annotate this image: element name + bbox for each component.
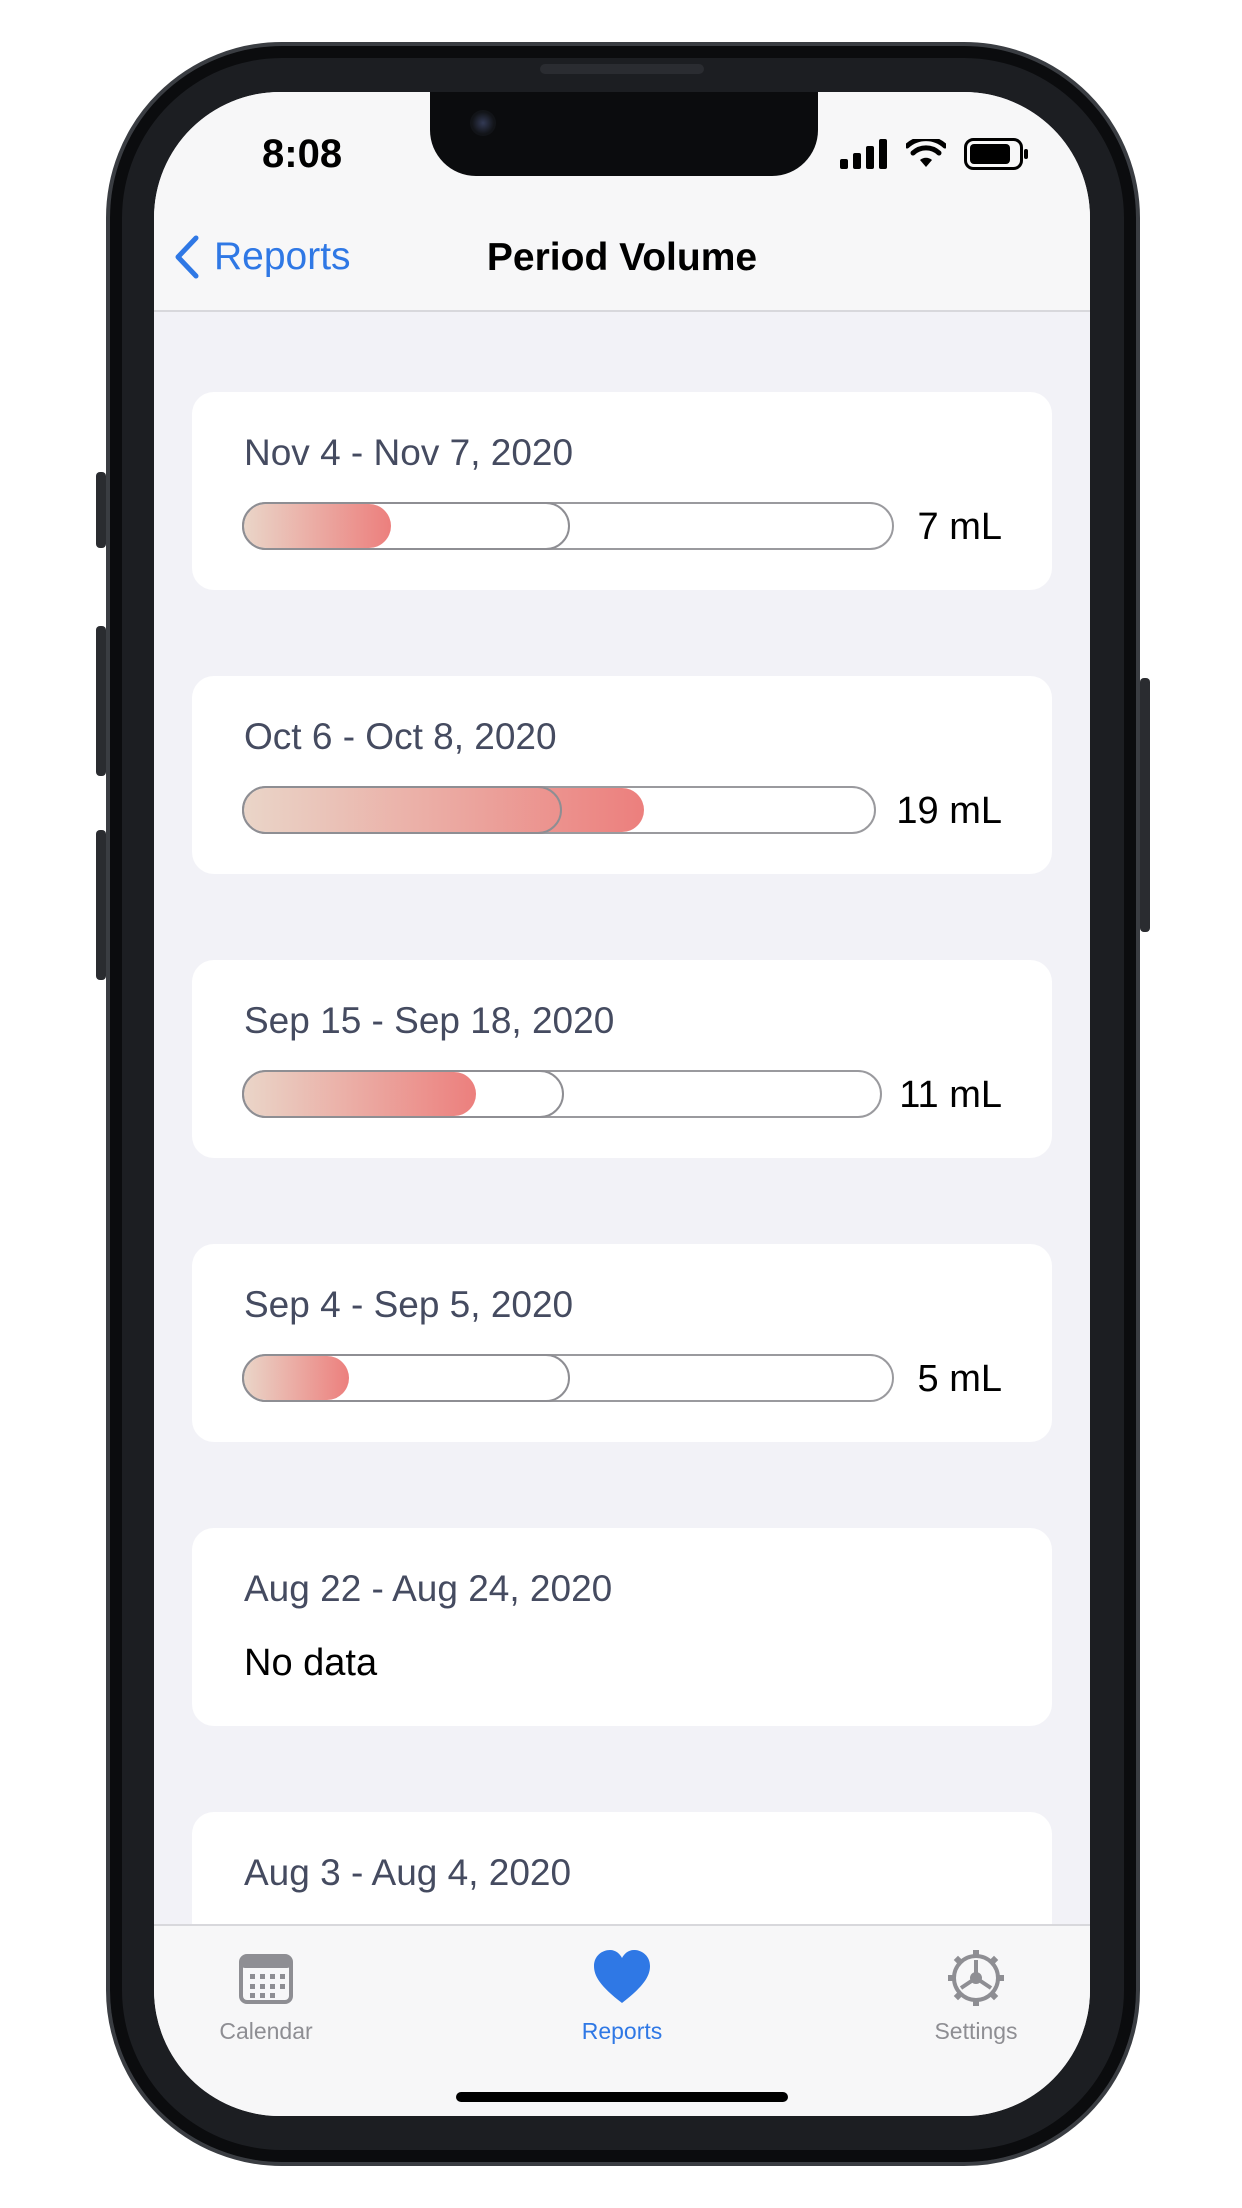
tab-reports[interactable]: Reports — [522, 1948, 722, 2045]
heart-icon — [594, 1950, 650, 2003]
battery-icon — [964, 138, 1028, 170]
period-card[interactable]: Nov 4 - Nov 7, 2020 7 mL — [192, 392, 1052, 590]
navigation-bar: Reports Period Volume — [154, 212, 1090, 312]
period-date-range: Aug 22 - Aug 24, 2020 — [244, 1568, 613, 1609]
screen: 8:08 Reports Period Volume Nov 4 - Nov 7… — [154, 92, 1090, 2116]
period-card[interactable]: Sep 4 - Sep 5, 2020 5 mL — [192, 1244, 1052, 1442]
cellular-signal-icon — [840, 139, 887, 169]
period-list: Nov 4 - Nov 7, 2020 7 mL Oct 6 - Oct 8, … — [192, 392, 1052, 2096]
period-date-range: Sep 15 - Sep 18, 2020 — [244, 1000, 615, 1041]
period-date-range: Nov 4 - Nov 7, 2020 — [244, 432, 574, 473]
notch — [430, 92, 818, 176]
volume-bar-segment — [242, 1070, 564, 1118]
period-card[interactable]: Sep 15 - Sep 18, 2020 11 mL — [192, 960, 1052, 1158]
period-date-range: Sep 4 - Sep 5, 2020 — [244, 1284, 574, 1325]
tab-settings-label: Settings — [934, 2018, 1018, 2044]
side-button-silent — [96, 472, 106, 548]
gear-icon — [948, 1950, 1004, 2006]
volume-bar-segment — [242, 786, 562, 834]
home-indicator[interactable] — [456, 2092, 788, 2102]
no-data-label: No data — [244, 1642, 378, 1684]
side-button-power — [1140, 678, 1150, 932]
period-date-range: Aug 3 - Aug 4, 2020 — [244, 1852, 572, 1893]
volume-bar-segment — [242, 1354, 570, 1402]
tab-settings[interactable]: Settings — [876, 1948, 1076, 2045]
status-time: 8:08 — [262, 132, 343, 176]
wifi-icon — [906, 139, 946, 167]
volume-bar-segment — [242, 502, 570, 550]
tab-bar: Calendar Reports Settings — [154, 1924, 1090, 2116]
tab-calendar-label: Calendar — [219, 2018, 313, 2044]
tab-calendar[interactable]: Calendar — [166, 1948, 366, 2045]
period-card[interactable]: Aug 22 - Aug 24, 2020 No data — [192, 1528, 1052, 1726]
tab-reports-label: Reports — [581, 2018, 663, 2044]
volume-value: 19 mL — [896, 790, 1002, 832]
calendar-icon — [239, 1954, 293, 2004]
side-button-volume-up — [96, 626, 106, 776]
page-title: Period Volume — [486, 236, 758, 279]
volume-value: 11 mL — [899, 1074, 1002, 1116]
period-date-range: Oct 6 - Oct 8, 2020 — [244, 716, 557, 757]
side-button-volume-down — [96, 830, 106, 980]
period-card[interactable]: Oct 6 - Oct 8, 2020 19 mL — [192, 676, 1052, 874]
front-camera-icon — [470, 110, 496, 136]
volume-value: 7 mL — [917, 506, 1002, 548]
volume-value: 5 mL — [917, 1358, 1002, 1400]
status-icons — [840, 138, 1030, 170]
speaker-grille — [540, 64, 704, 74]
